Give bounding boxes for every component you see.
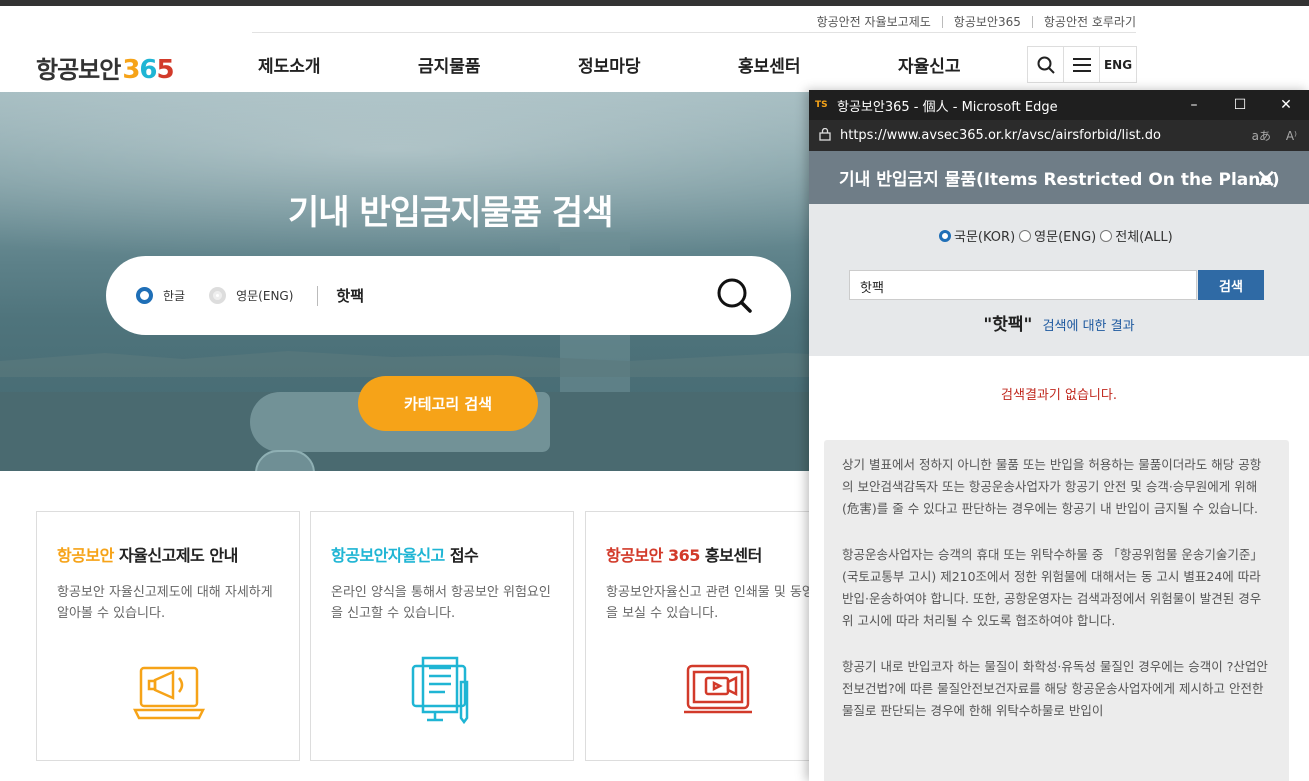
popup-header-title: 기내 반입금지 물품(Items Restricted On the Plane… <box>839 170 1280 190</box>
radio-label: 전체(ALL) <box>1115 230 1173 245</box>
utility-links: 항공안전 자율보고제도 항공보안365 항공안전 호루라기 <box>817 13 1136 30</box>
nav-item-report[interactable]: 자율신고 <box>898 52 961 77</box>
search-icon[interactable] <box>1028 47 1064 82</box>
popup-search-form: 국문(KOR) 영문(ENG) 전체(ALL) 핫팩 검색 "핫팩" 검색에 대… <box>809 204 1309 356</box>
card-title-rest: 접수 <box>444 546 479 565</box>
popup-search-button[interactable]: 검색 <box>1198 270 1264 300</box>
no-result-message: 검색결과기 없습니다. <box>1001 388 1117 403</box>
close-icon[interactable]: ✕ <box>1263 90 1309 120</box>
notice-box: 상기 별표에서 정하지 아니한 물품 또는 반입을 허용하는 물품이더라도 해당… <box>824 440 1289 781</box>
notice-paragraph: 항공기 내로 반입코자 하는 물질이 화학성·유독성 물질인 경우에는 승객이 … <box>842 659 1268 718</box>
notice-paragraph: 항공운송사업자는 승객의 휴대 또는 위탁수하물 중 「항공위험물 운송기술기준… <box>842 547 1263 628</box>
popup-window-title: 항공보안365 - 個人 - Microsoft Edge <box>837 99 1058 115</box>
divider <box>317 285 319 306</box>
divider <box>252 32 1136 33</box>
app-badge-icon: TS <box>815 100 828 110</box>
nav-item-system[interactable]: 제도소개 <box>258 52 321 77</box>
radio-unselected-icon <box>209 287 227 304</box>
top-bar <box>0 0 1309 6</box>
radio-eng[interactable]: 영문(ENG) <box>1019 226 1096 245</box>
radio-all[interactable]: 전체(ALL) <box>1100 226 1173 245</box>
card-description: 온라인 양식을 통해서 항공보안 위험요인을 신고할 수 있습니다. <box>331 585 551 621</box>
hamburger-icon[interactable] <box>1064 47 1100 82</box>
result-heading: "핫팩" 검색에 대한 결과 <box>809 310 1309 335</box>
address-bar[interactable]: https://www.avsec365.or.kr/avsc/airsforb… <box>809 120 1309 151</box>
nav-item-prohibited[interactable]: 금지물품 <box>418 52 481 77</box>
utility-link-whistle[interactable]: 항공안전 호루라기 <box>1044 13 1136 30</box>
card-title-rest: 홍보센터 <box>699 546 762 565</box>
card-title-highlight: 항공보안 <box>57 546 114 565</box>
radio-label: 영문(ENG) <box>236 289 294 303</box>
search-icon[interactable] <box>715 276 755 316</box>
radio-label: 한글 <box>163 289 186 303</box>
card-title: 항공보안자율신고 접수 <box>331 542 479 566</box>
card-title: 항공보안 자율신고제도 안내 <box>57 542 238 566</box>
browser-popup-window: TS 항공보안365 - 個人 - Microsoft Edge – ☐ ✕ h… <box>809 90 1309 781</box>
search-input[interactable]: 핫팩 <box>336 285 364 306</box>
result-term: "핫팩" <box>983 315 1033 335</box>
page: 항공안전 자율보고제도 항공보안365 항공안전 호루라기 항공보안 3 6 5… <box>0 0 1309 781</box>
lock-icon <box>819 127 831 144</box>
url-text: https://www.avsec365.or.kr/avsc/airsforb… <box>840 128 1161 143</box>
nav-item-pr[interactable]: 홍보센터 <box>738 52 801 77</box>
notice-paragraph: 상기 별표에서 정하지 아니한 물품 또는 반입을 허용하는 물품이더라도 해당… <box>842 457 1262 516</box>
radio-unselected-icon <box>1019 229 1032 242</box>
radio-kor[interactable]: 국문(KOR) <box>939 226 1015 245</box>
radio-label: 국문(KOR) <box>954 230 1016 245</box>
radio-korean[interactable]: 한글 <box>136 287 185 304</box>
radio-unselected-icon <box>1100 229 1113 242</box>
utility-link-safety-report[interactable]: 항공안전 자율보고제도 <box>817 13 931 30</box>
card-description: 항공보안자율신고 관련 인쇄물 및 동영상을 보실 수 있습니다. <box>606 585 826 621</box>
card-description: 항공보안 자율신고제도에 대해 자세하게 알아볼 수 있습니다. <box>57 585 273 621</box>
popup-search-input[interactable]: 핫팩 <box>849 270 1197 300</box>
close-icon[interactable]: ✕ <box>1255 165 1277 195</box>
radio-selected-icon <box>136 287 153 304</box>
card-title-highlight: 항공보안 365 <box>606 546 700 565</box>
radio-selected-icon <box>939 229 951 242</box>
read-aloud-icon[interactable]: aあ <box>1252 127 1271 144</box>
divider <box>1031 15 1033 28</box>
hero-title: 기내 반입금지물품 검색 <box>288 193 613 233</box>
megaphone-laptop-icon <box>132 654 206 726</box>
category-search-button[interactable]: 카테고리 검색 <box>358 376 538 431</box>
language-radio-group: 국문(KOR) 영문(ENG) 전체(ALL) <box>939 226 1177 245</box>
card-title: 항공보안 365 홍보센터 <box>606 542 762 566</box>
radio-label: 영문(ENG) <box>1034 230 1097 245</box>
maximize-icon[interactable]: ☐ <box>1217 90 1263 120</box>
reader-mode-icon[interactable]: A⁾ <box>1286 129 1297 143</box>
document-form-icon <box>407 654 479 726</box>
card-title-rest: 자율신고제도 안내 <box>113 546 238 565</box>
nav-item-info[interactable]: 정보마당 <box>578 52 641 77</box>
popup-header: 기내 반입금지 물품(Items Restricted On the Plane… <box>809 151 1309 204</box>
header-tools: ENG <box>1027 46 1137 83</box>
card-title-highlight: 항공보안자율신고 <box>331 546 445 565</box>
radio-english[interactable]: 영문(ENG) <box>209 287 293 304</box>
divider <box>941 15 943 28</box>
result-suffix: 검색에 대한 결과 <box>1042 319 1135 334</box>
search-box: 한글 영문(ENG) 핫팩 <box>106 256 791 335</box>
popup-title-bar: TS 항공보안365 - 個人 - Microsoft Edge – ☐ ✕ <box>809 90 1309 120</box>
card-self-report-submit[interactable]: 항공보안자율신고 접수 온라인 양식을 통해서 항공보안 위험요인을 신고할 수… <box>310 511 574 761</box>
minimize-icon[interactable]: – <box>1171 90 1217 120</box>
video-laptop-icon <box>682 654 754 726</box>
card-self-report-guide[interactable]: 항공보안 자율신고제도 안내 항공보안 자율신고제도에 대해 자세하게 알아볼 … <box>36 511 300 761</box>
language-button[interactable]: ENG <box>1100 47 1136 82</box>
utility-link-avsec365[interactable]: 항공보안365 <box>954 13 1021 30</box>
